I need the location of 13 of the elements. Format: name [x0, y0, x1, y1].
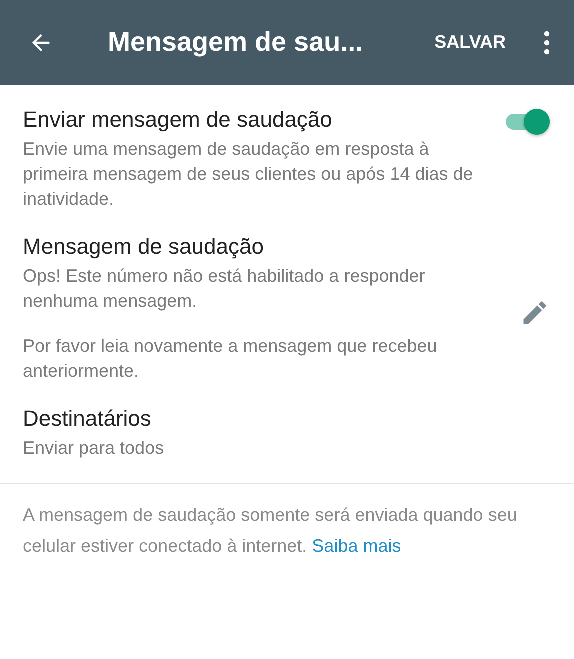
setting-description: Enviar para todos — [23, 437, 166, 460]
setting-description: Envie uma mensagem de saudação em resposta à primeira mensagem de seus clientes ou após 14 dias de inatividade. — [23, 138, 474, 211]
learn-more-link[interactable]: Saiba mais — [312, 536, 402, 556]
more-options-icon[interactable] — [544, 30, 550, 54]
toggle-switch[interactable] — [504, 107, 550, 137]
setting-description: Por favor leia novamente a mensagem que recebeu anteriormente. — [23, 335, 438, 383]
setting-title: Enviar mensagem de saudação — [23, 106, 334, 134]
setting-title: Mensagem de saudação — [23, 233, 265, 261]
footer-note: A mensagem de saudação somente será enviada quando seu celular estiver conectado à internet. Saiba mais — [23, 504, 518, 558]
setting-title: Destinatários — [23, 405, 152, 433]
save-button[interactable]: SALVAR — [434, 32, 506, 53]
screen-title: Mensagem de sau... — [108, 27, 364, 58]
setting-description: Ops! Este número não está habilitado a responder nenhuma mensagem. — [23, 265, 426, 313]
